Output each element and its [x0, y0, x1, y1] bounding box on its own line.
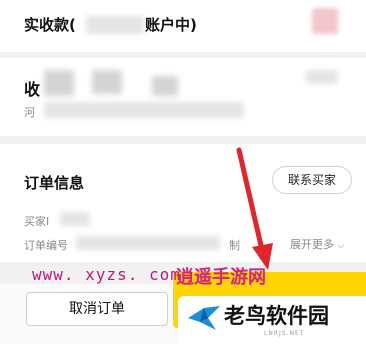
- collection-card: 收 河: [0, 58, 366, 136]
- contact-buyer-label: 联系买家: [287, 173, 336, 187]
- redacted-address: [44, 102, 244, 118]
- redacted-amount: [312, 8, 338, 34]
- buyer-id-label: 买家I: [24, 215, 50, 228]
- redacted-phone: [306, 70, 338, 84]
- redacted-name: [92, 70, 122, 94]
- redacted-text: [86, 16, 144, 34]
- contact-buyer-button[interactable]: 联系买家: [272, 166, 352, 194]
- redacted-name: [152, 76, 178, 96]
- logo-url: LNRJS.NET: [264, 330, 305, 337]
- redacted-order-number: [76, 236, 220, 250]
- collection-label: 收: [24, 80, 41, 99]
- order-number-label: 订单编号: [24, 239, 68, 252]
- logo-overlay: 老鸟软件园 LNRJS.NET: [178, 296, 366, 344]
- collection-sub-label: 河: [24, 106, 35, 119]
- order-info-title: 订单信息: [24, 174, 85, 192]
- logo-name: 老鸟软件园: [224, 304, 329, 328]
- order-info-card: 订单信息 联系买家 买家I 订单编号 制 展开更多 ⌵: [0, 144, 366, 262]
- received-payment-label-suffix: 账户中): [145, 16, 197, 34]
- order-number-suffix: 制: [229, 239, 240, 252]
- bird-logo-icon: [188, 306, 220, 330]
- expand-more-link[interactable]: 展开更多 ⌵: [290, 236, 344, 252]
- cancel-order-label: 取消订单: [69, 301, 125, 317]
- chevron-down-icon: ⌵: [337, 241, 345, 251]
- cancel-order-button[interactable]: 取消订单: [26, 292, 168, 326]
- watermark-site-name: 逍遥手游网: [176, 267, 266, 288]
- redacted-buyer-id: [60, 212, 90, 226]
- received-payment-label: 实收款(: [24, 16, 76, 34]
- redacted-name: [44, 70, 74, 96]
- watermark-url: www. xyzs. com: [32, 265, 181, 284]
- received-payment-card: 实收款( 账户中): [0, 0, 366, 52]
